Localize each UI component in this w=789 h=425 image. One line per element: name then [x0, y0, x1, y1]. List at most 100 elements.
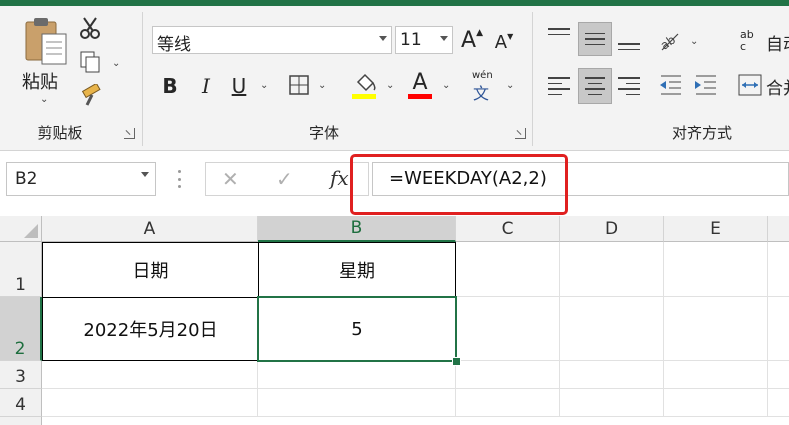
cell-e3[interactable]: [664, 361, 768, 389]
font-color-dropdown-icon[interactable]: ⌄: [442, 80, 450, 91]
merge-center-label: 合并: [766, 79, 789, 99]
column-header-a[interactable]: A: [42, 216, 258, 242]
active-cell-border: [257, 296, 457, 362]
group-divider: [532, 12, 533, 146]
cell-e4[interactable]: [664, 389, 768, 417]
cell-a1[interactable]: 日期: [42, 242, 259, 298]
italic-label: I: [202, 74, 210, 98]
insert-function-icon[interactable]: fx: [330, 166, 349, 190]
row-header-1[interactable]: 1: [0, 242, 42, 297]
increase-font-size-button[interactable]: A ▲: [458, 26, 486, 54]
wrap-text-icon-bottom: c: [740, 40, 747, 53]
row-header-5[interactable]: [0, 417, 42, 425]
copy-icon[interactable]: [78, 50, 102, 74]
cell-d2[interactable]: [560, 297, 664, 361]
column-header-f[interactable]: [768, 216, 789, 242]
cell-b3[interactable]: [258, 361, 456, 389]
font-size-value: 11: [400, 30, 422, 50]
name-box[interactable]: B2: [6, 162, 156, 196]
cell-f1[interactable]: [768, 242, 789, 297]
underline-dropdown-icon[interactable]: ⌄: [260, 80, 268, 91]
cell-a2[interactable]: 2022年5月20日: [42, 297, 259, 361]
paste-label: 粘贴: [22, 72, 58, 93]
cell-b4[interactable]: [258, 389, 456, 417]
column-header-b[interactable]: B: [258, 216, 456, 242]
align-left-icon[interactable]: [548, 72, 570, 100]
borders-dropdown-icon[interactable]: ⌄: [318, 80, 326, 91]
cell-d4[interactable]: [560, 389, 664, 417]
font-name-dropdown-icon[interactable]: [379, 36, 387, 41]
column-header-e[interactable]: E: [664, 216, 768, 242]
merge-center-icon: [738, 74, 762, 96]
cell-d3[interactable]: [560, 361, 664, 389]
decrease-font-size-label: A: [494, 31, 508, 53]
orientation-dropdown-icon[interactable]: ⌄: [690, 36, 698, 47]
orientation-icon[interactable]: ab: [656, 26, 682, 52]
phonetic-dropdown-icon[interactable]: ⌄: [506, 80, 514, 91]
select-all-triangle-icon: [24, 224, 38, 238]
align-center-icon[interactable]: [578, 68, 612, 104]
borders-icon[interactable]: [288, 74, 310, 96]
font-color-swatch: [408, 94, 432, 99]
cancel-icon[interactable]: ✕: [222, 167, 239, 191]
bold-button[interactable]: B: [157, 72, 183, 100]
formula-bar-splitter-icon[interactable]: [178, 170, 181, 188]
row-header-4[interactable]: 4: [0, 389, 42, 417]
row-header-2[interactable]: 2: [0, 297, 42, 361]
cell-e1[interactable]: [664, 242, 768, 297]
cell-e2[interactable]: [664, 297, 768, 361]
font-dialog-launcher-icon[interactable]: [515, 128, 526, 139]
ribbon-accent-strip: [0, 0, 789, 6]
paste-icon: [25, 18, 67, 65]
increase-indent-icon[interactable]: [692, 72, 718, 98]
decrease-font-size-button[interactable]: A ▼: [490, 28, 518, 56]
copy-dropdown-icon[interactable]: ⌄: [112, 58, 120, 69]
cell-f4[interactable]: [768, 389, 789, 417]
cell-c3[interactable]: [456, 361, 560, 389]
fill-color-dropdown-icon[interactable]: ⌄: [386, 80, 394, 91]
fill-color-swatch: [352, 94, 376, 99]
align-bottom-icon[interactable]: [618, 24, 640, 54]
row-header-3[interactable]: 3: [0, 361, 42, 389]
cut-icon[interactable]: [78, 16, 102, 40]
cell-d1[interactable]: [560, 242, 664, 297]
phonetic-guide-button[interactable]: wén 文: [470, 70, 498, 103]
align-top-icon[interactable]: [548, 24, 570, 54]
cell-c4[interactable]: [456, 389, 560, 417]
format-painter-icon[interactable]: [80, 84, 104, 108]
font-color-button[interactable]: A: [406, 68, 434, 96]
align-middle-icon[interactable]: [578, 22, 612, 56]
font-name-combobox[interactable]: 等线: [152, 26, 392, 55]
font-size-dropdown-icon[interactable]: [440, 36, 448, 41]
cell-f3[interactable]: [768, 361, 789, 389]
wrap-text-button[interactable]: ab c 自动: [738, 28, 789, 56]
increase-font-size-label: A: [461, 27, 477, 53]
clipboard-dialog-launcher-icon[interactable]: [124, 128, 135, 139]
column-header-c[interactable]: C: [456, 216, 560, 242]
cell-c2[interactable]: [456, 297, 560, 361]
merge-center-button[interactable]: 合并: [738, 72, 789, 100]
name-box-dropdown-icon[interactable]: [141, 172, 149, 177]
font-group-label: 字体: [308, 124, 339, 142]
name-box-value: B2: [15, 169, 38, 189]
align-right-icon[interactable]: [618, 72, 640, 100]
enter-icon[interactable]: ✓: [276, 167, 293, 191]
cell-a3[interactable]: [42, 361, 258, 389]
paste-button[interactable]: 粘贴 ⌄: [18, 14, 74, 106]
decrease-indent-icon[interactable]: [657, 72, 683, 98]
paste-dropdown-icon[interactable]: ⌄: [40, 94, 48, 105]
cell-c1[interactable]: [456, 242, 560, 297]
formula-buttons: ✕ ✓ fx: [205, 162, 369, 196]
cell-b1[interactable]: 星期: [258, 242, 456, 298]
fill-handle[interactable]: [452, 357, 461, 366]
column-header-d[interactable]: D: [560, 216, 664, 242]
cell-a4[interactable]: [42, 389, 258, 417]
bold-label: B: [162, 74, 178, 98]
font-size-combobox[interactable]: 11: [395, 26, 453, 54]
wrap-text-label: 自动: [766, 35, 789, 55]
underline-button[interactable]: U: [226, 72, 252, 100]
cell-f2[interactable]: [768, 297, 789, 361]
group-divider: [142, 12, 143, 146]
select-all-corner[interactable]: [0, 216, 42, 242]
italic-button[interactable]: I: [193, 72, 219, 100]
